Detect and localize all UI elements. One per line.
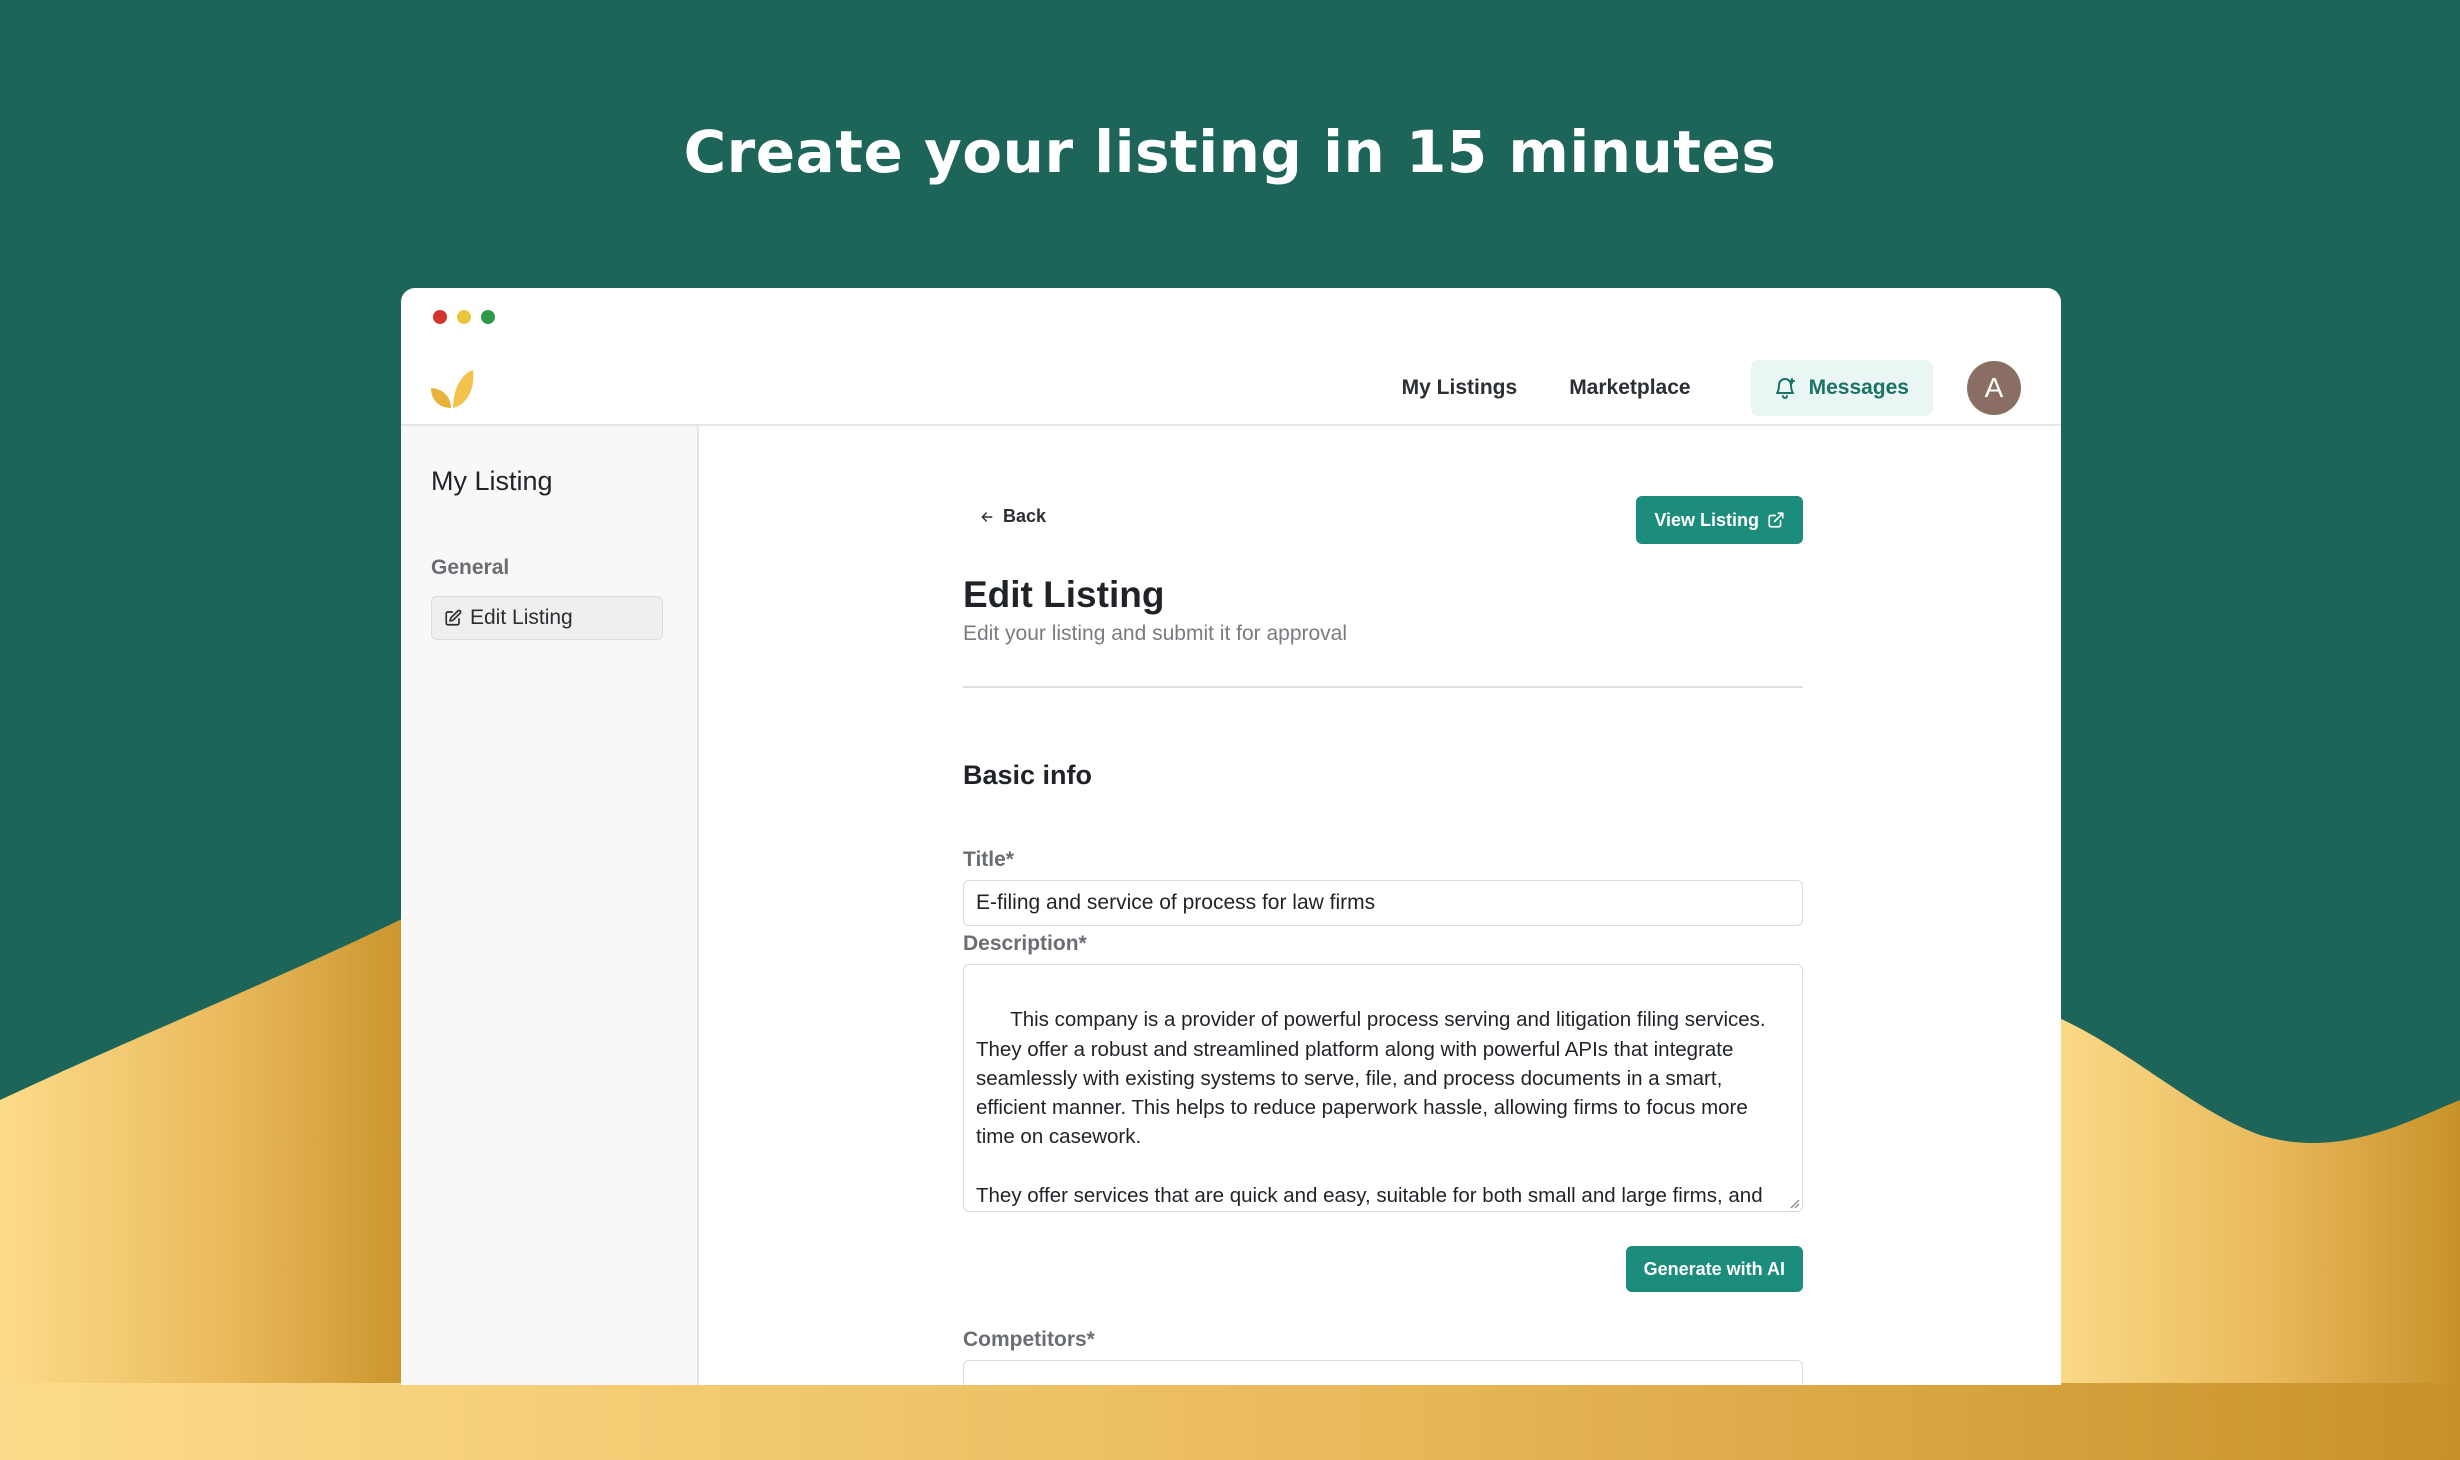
- hero-headline: Create your listing in 15 minutes: [683, 118, 1777, 186]
- app-window: My Listings Marketplace Messages A My Li…: [401, 288, 2061, 1385]
- user-avatar[interactable]: A: [1967, 361, 2021, 415]
- sidebar-title: My Listing: [431, 466, 553, 496]
- title-input[interactable]: [963, 880, 1803, 926]
- nav-messages[interactable]: Messages: [1750, 360, 1933, 416]
- minimize-window-dot[interactable]: [457, 310, 471, 324]
- page-subtitle: Edit your listing and submit it for appr…: [963, 622, 1348, 645]
- sidebar: My Listing General Edit Listing: [401, 426, 699, 1385]
- arrow-left-icon: [981, 511, 993, 522]
- back-link[interactable]: Back: [979, 506, 1046, 527]
- external-link-icon: [1768, 512, 1784, 528]
- resize-handle-icon[interactable]: [1788, 1197, 1800, 1209]
- sidebar-item-edit-listing[interactable]: Edit Listing: [431, 596, 663, 640]
- competitors-input[interactable]: [963, 1360, 1803, 1385]
- sidebar-section-general: General: [431, 556, 510, 579]
- main-nav: My Listings Marketplace Messages A: [1376, 360, 2021, 416]
- generate-with-ai-button[interactable]: Generate with AI: [1625, 1246, 1803, 1292]
- edit-icon: [445, 609, 462, 626]
- view-listing-label: View Listing: [1654, 509, 1759, 530]
- window-controls: [433, 310, 495, 324]
- close-window-dot[interactable]: [433, 310, 447, 324]
- sidebar-item-label: Edit Listing: [470, 606, 573, 629]
- title-field-label: Title*: [963, 848, 1014, 871]
- header-divider: [963, 686, 1803, 688]
- top-navigation-bar: My Listings Marketplace Messages A: [401, 348, 2061, 426]
- view-listing-button[interactable]: View Listing: [1636, 496, 1803, 544]
- description-text: This company is a provider of powerful p…: [976, 1008, 1766, 1208]
- page-title: Edit Listing: [963, 574, 1165, 615]
- nav-my-listings[interactable]: My Listings: [1376, 360, 1544, 416]
- description-field-label: Description*: [963, 932, 1087, 955]
- nav-marketplace[interactable]: Marketplace: [1543, 360, 1716, 416]
- leaf-logo-icon[interactable]: [429, 366, 475, 410]
- main-content: Back View Listing Edit Listing Edit your…: [963, 426, 1803, 1385]
- description-textarea[interactable]: This company is a provider of powerful p…: [963, 964, 1803, 1212]
- back-label: Back: [1003, 506, 1047, 526]
- section-title-basic-info: Basic info: [963, 760, 1093, 790]
- nav-messages-label: Messages: [1808, 376, 1909, 399]
- bell-icon: [1775, 378, 1795, 399]
- competitors-field-label: Competitors*: [963, 1328, 1095, 1351]
- maximize-window-dot[interactable]: [481, 310, 495, 324]
